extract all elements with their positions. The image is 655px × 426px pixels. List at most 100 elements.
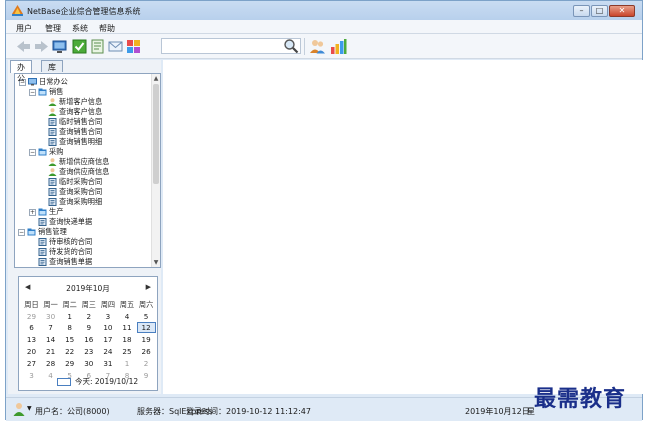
bar-chart-icon[interactable] xyxy=(330,38,347,55)
mail-icon[interactable] xyxy=(108,39,123,54)
tree-item[interactable]: 查询销售合同 xyxy=(48,127,102,137)
scroll-up-arrow-icon[interactable]: ▲ xyxy=(152,74,160,83)
calendar-day[interactable]: 26 xyxy=(137,346,156,357)
calendar-weekday: 周二 xyxy=(62,300,77,309)
calendar-day[interactable]: 9 xyxy=(79,322,98,333)
menu-user[interactable]: 用户 xyxy=(16,23,32,34)
tree-item-label: 临时销售合同 xyxy=(59,117,103,126)
tree-item[interactable]: 新增客户信息 xyxy=(48,97,102,107)
close-button[interactable]: ✕ xyxy=(609,5,635,17)
tree-item[interactable]: 新增供应商信息 xyxy=(48,157,109,167)
calendar-day[interactable]: 1 xyxy=(60,311,79,322)
status-date: 2019年10月12日 xyxy=(465,407,530,416)
document-icon xyxy=(38,258,47,266)
document-icon xyxy=(38,218,47,226)
tab-warehouse[interactable]: 库房 xyxy=(41,60,63,83)
scroll-thumb[interactable] xyxy=(153,84,159,184)
calendar-day[interactable]: 28 xyxy=(41,358,60,369)
minimize-button[interactable]: – xyxy=(573,5,590,17)
menu-system[interactable]: 系统 xyxy=(72,23,88,34)
calendar-day[interactable]: 16 xyxy=(79,334,98,345)
calendar-next-icon[interactable]: ▶ xyxy=(146,283,151,291)
search-input[interactable] xyxy=(161,38,301,54)
document-icon xyxy=(38,238,47,246)
dropdown-arrow-icon[interactable]: ▼ xyxy=(27,405,32,412)
tree-scrollbar[interactable]: ▲ ▼ xyxy=(151,74,160,267)
calendar-day[interactable]: 29 xyxy=(22,311,41,322)
calendar-day[interactable]: 7 xyxy=(41,322,60,333)
menu-bar: 用户 管理 系统 帮助 xyxy=(6,20,642,34)
tree-item[interactable]: 查询销售单据 xyxy=(38,257,92,267)
tree-item[interactable]: 查询供应商信息 xyxy=(48,167,109,177)
calendar-day[interactable]: 11 xyxy=(118,322,137,333)
calendar-day[interactable]: 12 xyxy=(136,322,156,334)
tab-office[interactable]: 办公 xyxy=(10,60,32,83)
tree-item[interactable]: 查询采购明细 xyxy=(48,197,102,207)
calendar-day[interactable]: 8 xyxy=(60,322,79,333)
tree-item[interactable]: + 生产 xyxy=(29,207,63,217)
tree-item[interactable]: 查询客户信息 xyxy=(48,107,102,117)
tree-item-label: 销售管理 xyxy=(38,227,67,236)
calendar-day[interactable]: 3 xyxy=(22,370,41,381)
menu-help[interactable]: 帮助 xyxy=(99,23,115,34)
expander-icon[interactable]: + xyxy=(29,208,36,216)
calendar-day[interactable]: 22 xyxy=(60,346,79,357)
maximize-button[interactable]: □ xyxy=(591,5,608,17)
calendar-day[interactable]: 10 xyxy=(98,322,117,333)
calendar-day[interactable]: 2 xyxy=(137,358,156,369)
calendar-day[interactable]: 6 xyxy=(22,322,41,333)
calendar-day[interactable]: 14 xyxy=(41,334,60,345)
calendar-today[interactable]: 今天: 2019/10/12 xyxy=(57,376,138,387)
tree-item[interactable]: − 销售管理 xyxy=(18,227,67,237)
back-arrow-icon[interactable] xyxy=(16,39,31,54)
tree-item[interactable]: − 采购 xyxy=(29,147,63,157)
calendar-day[interactable]: 27 xyxy=(22,358,41,369)
calendar-day[interactable]: 13 xyxy=(22,334,41,345)
menu-manage[interactable]: 管理 xyxy=(45,23,61,34)
calendar-day[interactable]: 25 xyxy=(118,346,137,357)
modules-icon[interactable] xyxy=(126,39,141,54)
calendar-day[interactable]: 5 xyxy=(137,311,156,322)
calendar-day[interactable]: 31 xyxy=(98,358,117,369)
expander-icon[interactable]: − xyxy=(18,228,25,236)
monitor-icon[interactable] xyxy=(52,39,67,54)
tree-item[interactable]: 查询采购合同 xyxy=(48,187,102,197)
calendar-day[interactable]: 18 xyxy=(118,334,137,345)
calendar-day[interactable]: 19 xyxy=(137,334,156,345)
calendar-day[interactable]: 30 xyxy=(41,311,60,322)
scroll-down-arrow-icon[interactable]: ▼ xyxy=(152,258,160,267)
calendar-day[interactable]: 9 xyxy=(137,370,156,381)
notes-icon[interactable] xyxy=(90,39,105,54)
calendar-day[interactable]: 3 xyxy=(98,311,117,322)
today-marker-icon xyxy=(57,377,71,386)
calendar-day[interactable]: 17 xyxy=(98,334,117,345)
tree-item[interactable]: 临时采购合同 xyxy=(48,177,102,187)
tree-item[interactable]: − 销售 xyxy=(29,87,63,97)
tree-item[interactable]: 临时销售合同 xyxy=(48,117,102,127)
calendar-day[interactable]: 20 xyxy=(22,346,41,357)
calendar-day[interactable]: 15 xyxy=(60,334,79,345)
calendar-day[interactable]: 29 xyxy=(60,358,79,369)
forward-arrow-icon[interactable] xyxy=(34,39,49,54)
users-icon[interactable] xyxy=(309,38,326,55)
tree-item[interactable]: −日常办公 xyxy=(19,77,68,87)
expander-icon[interactable]: − xyxy=(29,148,36,156)
calendar-day[interactable]: 1 xyxy=(118,358,137,369)
tree-item[interactable]: 待审核的合同 xyxy=(38,237,92,247)
calendar-day[interactable]: 2 xyxy=(79,311,98,322)
expander-icon[interactable]: − xyxy=(29,88,36,96)
tree-item[interactable]: 查询销售明细 xyxy=(48,137,102,147)
tree-item-label: 查询销售单据 xyxy=(49,257,93,266)
tree-item[interactable]: 查询快递单据 xyxy=(38,217,92,227)
check-icon[interactable] xyxy=(72,39,87,54)
tree-item-label: 新增客户信息 xyxy=(59,97,103,106)
left-panel: 办公 库房 ▲ ▼ −日常办公−销售新增客户信息查询客户信息临时销售合同查询销售… xyxy=(8,60,161,394)
calendar-day[interactable]: 30 xyxy=(79,358,98,369)
calendar-day[interactable]: 4 xyxy=(118,311,137,322)
calendar-day[interactable]: 23 xyxy=(79,346,98,357)
calendar-day[interactable]: 21 xyxy=(41,346,60,357)
tree-item[interactable]: 待发货的合同 xyxy=(38,247,92,257)
search-icon[interactable] xyxy=(283,38,299,54)
document-icon xyxy=(48,138,57,146)
calendar-day[interactable]: 24 xyxy=(98,346,117,357)
